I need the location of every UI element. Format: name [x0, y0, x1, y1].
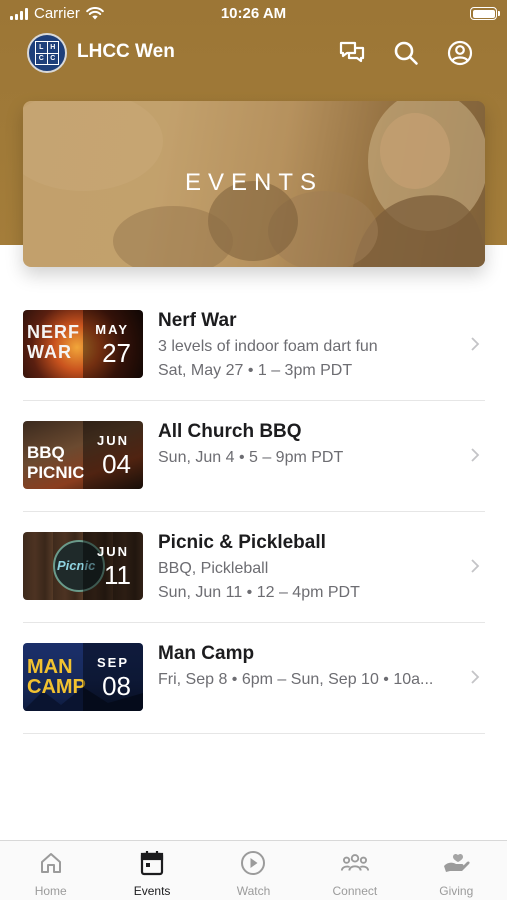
- profile-icon[interactable]: [445, 38, 475, 68]
- tab-connect[interactable]: Connect: [304, 841, 405, 900]
- event-month: SEP: [96, 655, 129, 670]
- event-title: Man Camp: [158, 643, 255, 664]
- event-title: All Church BBQ: [158, 421, 302, 442]
- event-item-picnic-pickleball[interactable]: Picnic JUN 11 Picnic & Pickleball BBQ, P…: [23, 512, 485, 623]
- chevron-right-icon: [471, 559, 480, 573]
- nav-bar: L H C C LHCC Wen: [0, 30, 507, 76]
- tab-events[interactable]: Events: [101, 841, 202, 900]
- event-date-badge: JUN 04: [83, 421, 143, 489]
- tab-label: Watch: [236, 884, 271, 898]
- home-icon: [36, 849, 66, 877]
- event-day: 11: [104, 560, 131, 590]
- event-datetime: Fri, Sep 8 • 6pm – Sun, Sep 10 • 10a...: [158, 671, 434, 688]
- event-item-all-church-bbq[interactable]: BBQ PICNIC JUN 04 All Church BBQ Sun, Ju…: [23, 401, 485, 512]
- tab-label: Connect: [332, 884, 378, 898]
- chevron-right-icon: [471, 448, 480, 462]
- logo-letter: C: [47, 53, 58, 64]
- people-icon: [340, 849, 370, 877]
- chevron-right-icon: [471, 670, 480, 684]
- event-thumbnail: NERF WAR MAY 27: [23, 310, 143, 378]
- event-title: Nerf War: [158, 310, 237, 331]
- tab-label: Home: [34, 884, 67, 898]
- church-logo[interactable]: L H C C: [27, 33, 67, 73]
- chevron-right-icon: [471, 337, 480, 351]
- event-thumbnail: MAN CAMP SEP 08: [23, 643, 143, 711]
- event-thumbnail: Picnic JUN 11: [23, 532, 143, 600]
- event-date-badge: JUN 11: [83, 532, 143, 600]
- tab-label: Events: [133, 884, 171, 898]
- event-datetime: Sun, Jun 11 • 12 – 4pm PDT: [158, 584, 360, 601]
- event-month: MAY: [95, 322, 129, 337]
- tab-home[interactable]: Home: [0, 841, 101, 900]
- event-description: BBQ, Pickleball: [158, 560, 269, 577]
- logo-letter: C: [36, 53, 47, 64]
- hero-title: EVENTS: [184, 169, 324, 196]
- play-icon: [238, 849, 268, 877]
- tab-label: Giving: [439, 884, 474, 898]
- status-bar: Carrier 10:26 AM: [0, 0, 507, 30]
- tab-bar: Home Events Watch Connect Giving: [0, 840, 507, 900]
- chat-icon[interactable]: [337, 38, 367, 68]
- events-list: NERF WAR MAY 27 Nerf War 3 levels of ind…: [23, 290, 485, 734]
- event-month: JUN: [96, 544, 129, 559]
- event-day: 04: [102, 449, 131, 479]
- calendar-icon: [137, 849, 167, 877]
- battery-icon: [470, 7, 500, 20]
- app-title: LHCC Wen: [77, 41, 175, 62]
- event-month: JUN: [96, 433, 129, 448]
- event-item-nerf-war[interactable]: NERF WAR MAY 27 Nerf War 3 levels of ind…: [23, 290, 485, 401]
- event-date-badge: MAY 27: [83, 310, 143, 378]
- event-day: 08: [102, 671, 131, 701]
- event-description: 3 levels of indoor foam dart fun: [158, 338, 378, 355]
- event-thumbnail: BBQ PICNIC JUN 04: [23, 421, 143, 489]
- event-item-man-camp[interactable]: MAN CAMP SEP 08 Man Camp Fri, Sep 8 • 6p…: [23, 623, 485, 734]
- logo-letter: H: [47, 42, 58, 53]
- status-time: 10:26 AM: [220, 5, 287, 22]
- event-datetime: Sat, May 27 • 1 – 3pm PDT: [158, 362, 353, 379]
- event-day: 27: [102, 338, 131, 368]
- tab-giving[interactable]: Giving: [406, 841, 507, 900]
- event-datetime: Sun, Jun 4 • 5 – 9pm PDT: [158, 449, 344, 466]
- giving-hand-icon: [441, 849, 471, 877]
- tab-watch[interactable]: Watch: [203, 841, 304, 900]
- event-title: Picnic & Pickleball: [158, 532, 326, 553]
- event-date-badge: SEP 08: [83, 643, 143, 711]
- events-hero-banner: EVENTS: [23, 101, 485, 267]
- search-icon[interactable]: [391, 38, 421, 68]
- logo-letter: L: [36, 42, 47, 53]
